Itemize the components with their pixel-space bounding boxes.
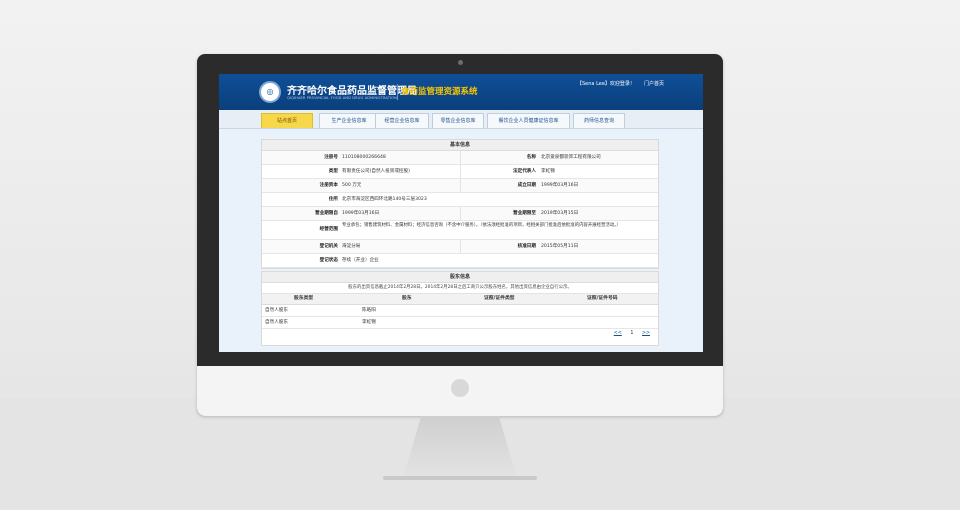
monitor-logo-icon — [451, 379, 469, 397]
monitor-stand — [403, 416, 517, 478]
scope-value: 专业承包；销售建筑材料、金属材料；经济信息咨询（不含中介服务）。（依法须经批准的… — [342, 223, 621, 228]
tab-catering-health-certs[interactable]: 餐饮企业人员健康证信息库 — [487, 113, 570, 128]
shareholder-panel: 股东信息 股东的出资信息截止2014年2月28日。2014年2月28日之后工商只… — [261, 271, 659, 346]
shareholder-name: 李虹锦 — [362, 320, 376, 325]
term-from-value: 1999年03月16日 — [342, 211, 380, 216]
scope-label: 经营范围 — [319, 227, 338, 232]
status-value: 存续（开业）企业 — [342, 258, 379, 263]
portal-home-link[interactable]: 门户首页 — [644, 80, 664, 87]
info-row: 登记机关 海淀分局 核准日期 2015年05月11日 — [262, 240, 658, 254]
shareholder-type: 自然人股东 — [265, 320, 288, 325]
capital-value: 500 万元 — [342, 183, 362, 188]
col-header-doc-type: 证照/证件类型 — [484, 296, 515, 301]
tab-business-enterprises[interactable]: 经营企业信息库 — [375, 113, 429, 128]
address-label: 住所 — [328, 197, 338, 202]
basic-info-title: 基本信息 — [262, 140, 658, 151]
capital-label: 注册资本 — [319, 183, 338, 188]
type-value: 有限责任公司(自然人投资或控股) — [342, 169, 410, 174]
seal-logo-icon: ◎ — [259, 81, 281, 103]
name-label: 名称 — [526, 155, 536, 160]
basic-info-panel: 基本信息 注册号 110108000266648 名称 北京爱泉都装饰工程有限公… — [261, 139, 659, 269]
term-to-value: 2019年03月15日 — [541, 211, 579, 216]
approval-value: 2015年05月11日 — [541, 244, 579, 249]
pager: << 1 >> — [607, 331, 650, 336]
org-name-en: QIQIHAER PROVINCIAL FOOD AND DRUG ADMINI… — [287, 96, 397, 100]
tab-retail-enterprises[interactable]: 零售企业信息库 — [432, 113, 484, 128]
screen: ◎ 齐齐哈尔食品药品监督管理局 QIQIHAER PROVINCIAL FOOD… — [219, 74, 703, 352]
term-from-label: 营业期限自 — [315, 211, 338, 216]
system-name: 食药监管理资源系统 — [401, 87, 478, 97]
table-header: 股东类型 股东 证照/证件类型 证照/证件号码 — [262, 294, 658, 305]
camera-icon — [458, 60, 463, 65]
site-header: ◎ 齐齐哈尔食品药品监督管理局 QIQIHAER PROVINCIAL FOOD… — [219, 74, 703, 110]
info-row: 注册号 110108000266648 名称 北京爱泉都装饰工程有限公司 — [262, 151, 658, 165]
info-row: 类型 有限责任公司(自然人投资或控股) 法定代表人 李虹锦 — [262, 165, 658, 179]
main-content: 基本信息 注册号 110108000266648 名称 北京爱泉都装饰工程有限公… — [219, 129, 703, 352]
info-row: 住所 北京市海淀区西四环北路140号三层3023 — [262, 193, 658, 207]
est-date-value: 1999年03月16日 — [541, 183, 579, 188]
authority-label: 登记机关 — [319, 244, 338, 249]
table-row: 自然人股东 陈皓阳 — [262, 305, 658, 317]
approval-label: 核准日期 — [517, 244, 536, 249]
pager-current-page: 1 — [630, 331, 634, 336]
pager-next-link[interactable]: >> — [642, 331, 650, 336]
reg-no-label: 注册号 — [324, 155, 338, 160]
pager-prev-link[interactable]: << — [614, 331, 622, 336]
shareholder-note: 股东的出资信息截止2014年2月28日。2014年2月28日之后工商只公示股东姓… — [262, 283, 658, 294]
basic-info-rows: 注册号 110108000266648 名称 北京爱泉都装饰工程有限公司 类型 … — [262, 151, 658, 268]
col-header-type: 股东类型 — [294, 296, 314, 301]
shareholder-type: 自然人股东 — [265, 308, 288, 313]
header-divider — [397, 84, 398, 100]
status-label: 登记状态 — [319, 258, 338, 263]
est-date-label: 成立日期 — [517, 183, 536, 188]
type-label: 类型 — [328, 169, 338, 174]
col-header-doc-no: 证照/证件号码 — [587, 296, 618, 301]
table-row: 自然人股东 李虹锦 — [262, 317, 658, 329]
tab-pharmacist-query[interactable]: 药师信息查询 — [573, 113, 625, 128]
authority-value: 海淀分局 — [342, 244, 361, 249]
address-value: 北京市海淀区西四环北路140号三层3023 — [342, 197, 427, 202]
shareholder-name: 陈皓阳 — [362, 308, 376, 313]
shareholder-title: 股东信息 — [262, 272, 658, 283]
term-to-label: 营业期限至 — [513, 211, 536, 216]
tab-site-home[interactable]: 站点首页 — [261, 113, 313, 128]
nav-bar: 站点首页 生产企业信息库 经营企业信息库 零售企业信息库 餐饮企业人员健康证信息… — [219, 110, 703, 129]
reg-no-value: 110108000266648 — [342, 155, 386, 160]
info-row: 营业期限自 1999年03月16日 营业期限至 2019年03月15日 — [262, 207, 658, 221]
pager-row: << 1 >> — [262, 329, 658, 343]
monitor-base — [383, 476, 537, 480]
tab-production-enterprises[interactable]: 生产企业信息库 — [319, 113, 379, 128]
name-value: 北京爱泉都装饰工程有限公司 — [541, 155, 601, 160]
user-welcome[interactable]: 【Sena Lee】欢迎登录！ — [577, 80, 635, 87]
info-row: 经营范围 专业承包；销售建筑材料、金属材料；经济信息咨询（不含中介服务）。（依法… — [262, 221, 658, 240]
col-header-name: 股东 — [402, 296, 412, 301]
legal-rep-value: 李虹锦 — [541, 169, 555, 174]
info-row: 登记状态 存续（开业）企业 — [262, 254, 658, 268]
info-row: 注册资本 500 万元 成立日期 1999年03月16日 — [262, 179, 658, 193]
legal-rep-label: 法定代表人 — [513, 169, 536, 174]
